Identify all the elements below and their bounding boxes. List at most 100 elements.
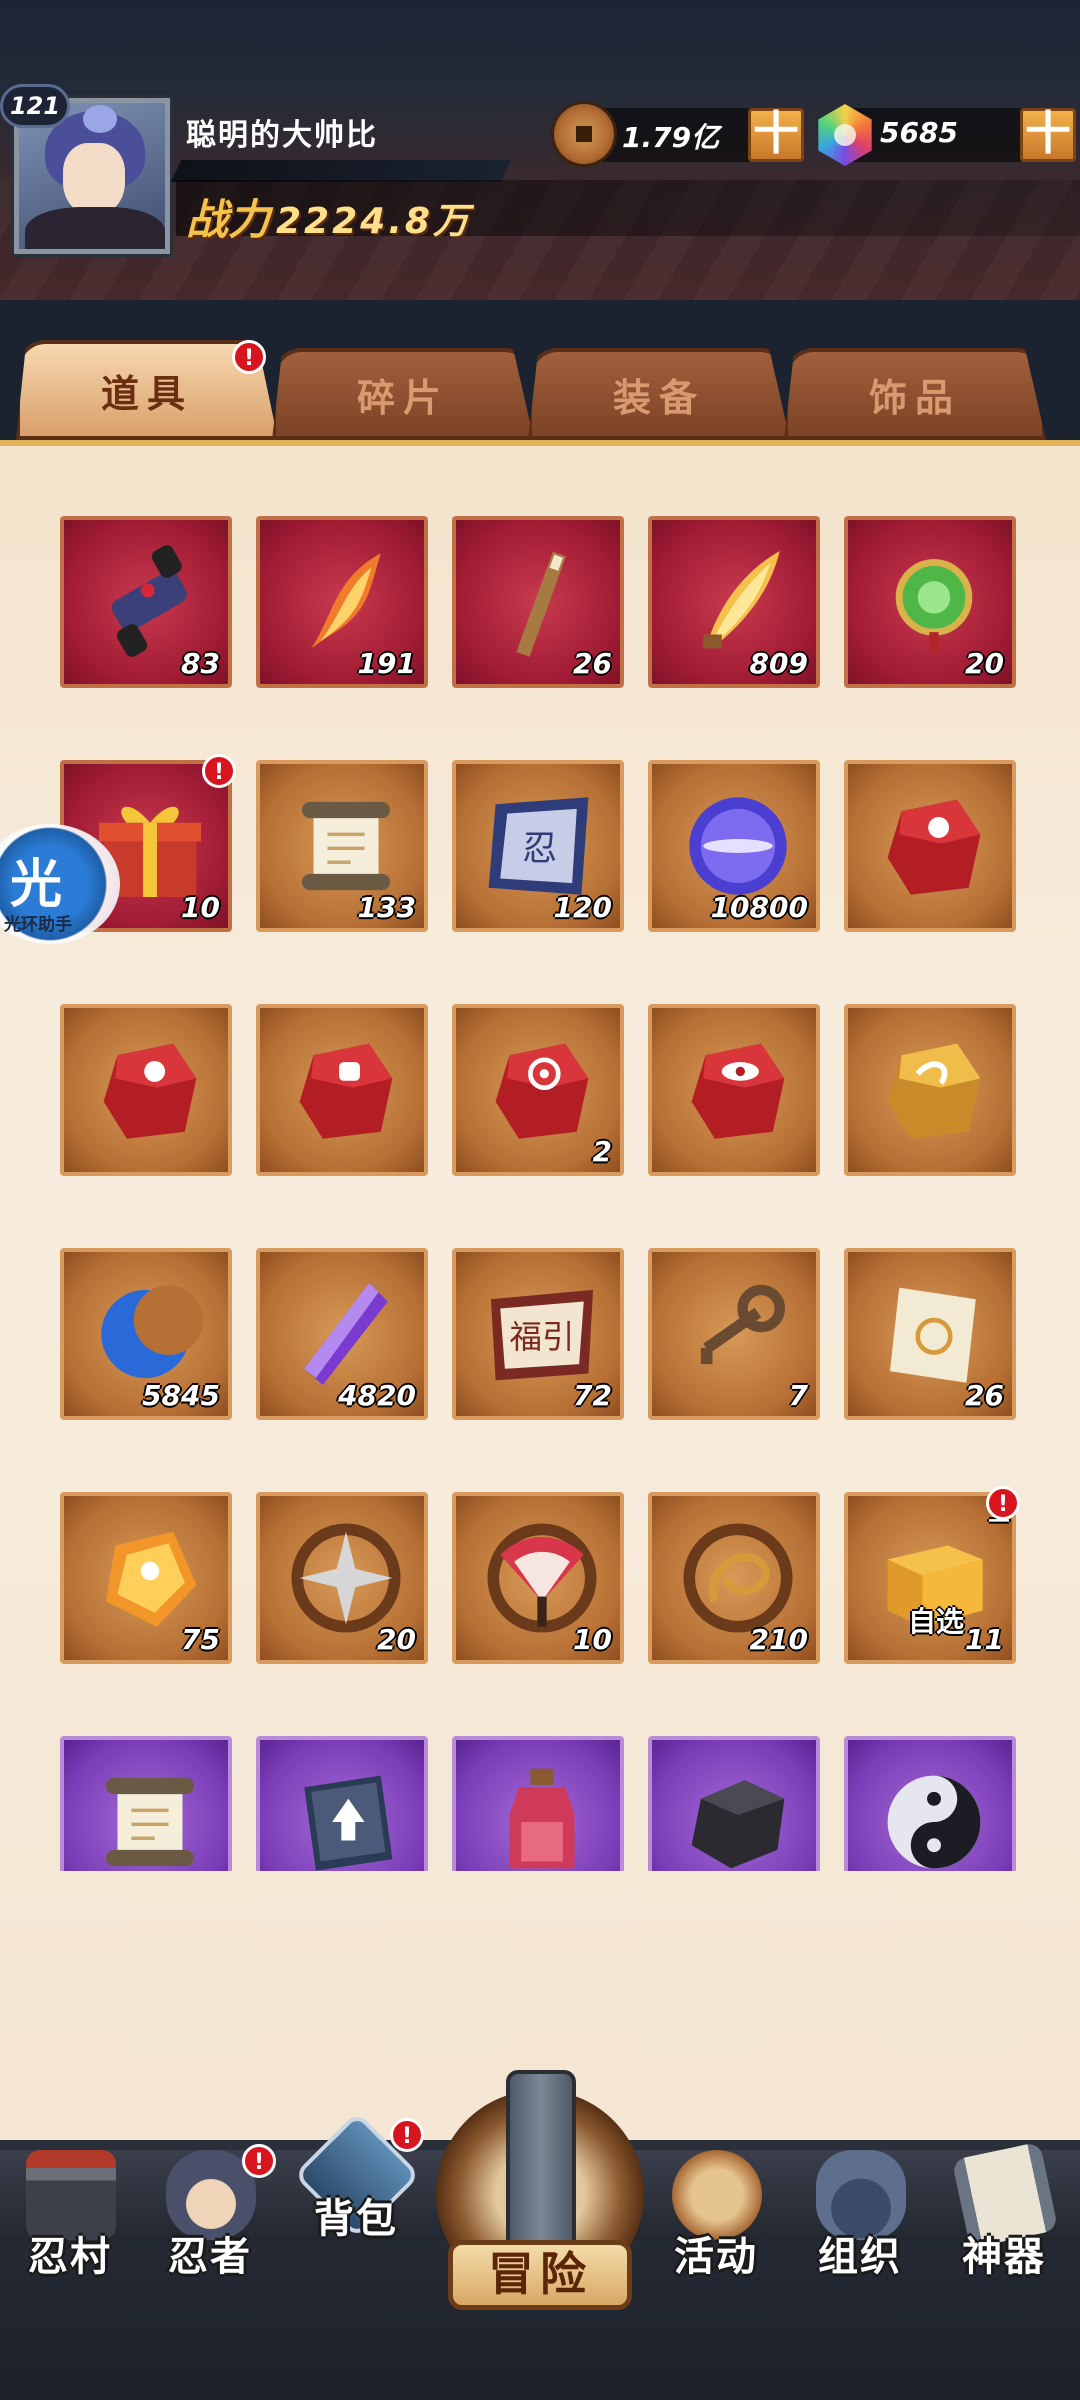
amber-gem-icon bbox=[92, 1520, 208, 1636]
item-quantity: 11 bbox=[965, 1623, 1004, 1656]
item-slot[interactable]: 20 bbox=[844, 516, 1016, 688]
key-icon bbox=[680, 1276, 796, 1392]
item-slot[interactable]: 10800 bbox=[648, 760, 820, 932]
item-slot[interactable]: 191 bbox=[256, 516, 428, 688]
nav-adventure[interactable]: 冒险 bbox=[436, 2070, 644, 2320]
item-slot[interactable] bbox=[648, 1736, 820, 1871]
item-badge: ! bbox=[202, 754, 236, 788]
item-slot[interactable]: 20 bbox=[256, 1492, 428, 1664]
tab-items-badge: ! bbox=[232, 340, 266, 374]
item-slot[interactable] bbox=[844, 1004, 1016, 1176]
scroll-icon bbox=[288, 788, 404, 904]
name-underline bbox=[170, 160, 512, 182]
item-quantity: 10 bbox=[181, 891, 220, 924]
item-badge: ! bbox=[986, 1486, 1020, 1520]
item-slot[interactable]: 福引72福引 bbox=[452, 1248, 624, 1420]
item-slot[interactable]: 210 bbox=[648, 1492, 820, 1664]
item-slot[interactable]: 809 bbox=[648, 516, 820, 688]
inventory-grid: 83 191 26 809 20 10! 133 忍 120 10800 2 5845 4820 福引 72… bbox=[0, 516, 1080, 1871]
purple-orb-icon bbox=[680, 788, 796, 904]
item-slot[interactable]: 26 bbox=[844, 1248, 1016, 1420]
item-slot[interactable] bbox=[648, 1004, 820, 1176]
fan-icon bbox=[484, 1520, 600, 1636]
assistant-label: 光环助手 bbox=[4, 915, 72, 935]
item-slot[interactable] bbox=[844, 1736, 1016, 1871]
assistant-icon: 光 bbox=[10, 855, 63, 915]
item-slot[interactable]: 133 bbox=[256, 760, 428, 932]
flame-feather-icon bbox=[288, 544, 404, 660]
add-coins-button[interactable]: 十 bbox=[748, 108, 804, 162]
item-slot[interactable] bbox=[60, 1736, 232, 1871]
item-slot[interactable]: 5845 bbox=[60, 1248, 232, 1420]
add-gems-button[interactable]: 十 bbox=[1020, 108, 1076, 162]
item-quantity: 10800 bbox=[710, 891, 808, 924]
purple-crystal-icon bbox=[288, 1276, 404, 1392]
item-slot[interactable] bbox=[256, 1004, 428, 1176]
red-stone-icon bbox=[92, 1032, 208, 1148]
nav-artifact-label: 神器 bbox=[962, 2234, 1046, 2280]
nav-organization-label: 组织 bbox=[818, 2234, 902, 2280]
item-slot[interactable] bbox=[256, 1736, 428, 1871]
item-slot[interactable]: 75 bbox=[60, 1492, 232, 1664]
seal-banner-icon: 忍 bbox=[484, 788, 600, 904]
nav-activity-label: 活动 bbox=[674, 2234, 758, 2280]
gold-stone-icon bbox=[876, 1032, 992, 1148]
item-slot[interactable]: 7 bbox=[648, 1248, 820, 1420]
item-quantity: 83 bbox=[181, 647, 220, 680]
item-slot[interactable] bbox=[844, 760, 1016, 932]
tab-equipment[interactable]: 装备 bbox=[528, 348, 790, 440]
tab-fragments[interactable]: 碎片 bbox=[272, 348, 534, 440]
scroll-bundle-icon bbox=[92, 544, 208, 660]
nav-activity[interactable]: 活动 bbox=[646, 2130, 786, 2290]
item-quantity: 133 bbox=[357, 891, 416, 924]
item-slot[interactable]: 83 bbox=[60, 516, 232, 688]
svg-text:忍: 忍 bbox=[522, 829, 557, 869]
item-slot[interactable]: 忍 120 bbox=[452, 760, 624, 932]
item-quantity: 2 bbox=[592, 1135, 612, 1168]
item-quantity: 809 bbox=[749, 647, 808, 680]
item-slot[interactable] bbox=[60, 1004, 232, 1176]
red-stone-icon bbox=[876, 788, 992, 904]
nav-village[interactable]: 忍村 bbox=[0, 2130, 140, 2290]
item-slot[interactable] bbox=[452, 1736, 624, 1871]
item-row: 83 191 26 809 20 bbox=[60, 516, 1016, 688]
nav-adventure-label: 冒险 bbox=[448, 2240, 632, 2310]
nav-backpack[interactable]: 背包 ! bbox=[286, 2110, 426, 2270]
item-quantity: 26 bbox=[573, 647, 612, 680]
item-quantity: 20 bbox=[377, 1623, 416, 1656]
black-ore-icon bbox=[680, 1764, 796, 1871]
svg-text:福引: 福引 bbox=[510, 1318, 575, 1356]
shuriken-icon bbox=[288, 1520, 404, 1636]
blue-moon-icon bbox=[92, 1276, 208, 1392]
tab-accessories[interactable]: 饰品 bbox=[784, 348, 1046, 440]
nav-organization[interactable]: 组织 bbox=[790, 2130, 930, 2290]
red-stone-eye-icon bbox=[680, 1032, 796, 1148]
item-quantity: 75 bbox=[181, 1623, 220, 1656]
power-label: 战力 bbox=[186, 195, 271, 244]
item-quantity: 120 bbox=[553, 891, 612, 924]
bag-tabs: 道具 碎片 装备 饰品 ! bbox=[0, 340, 1080, 440]
rope-icon bbox=[680, 1520, 796, 1636]
inventory-panel: 83 191 26 809 20 10! 133 忍 120 10800 2 5845 4820 福引 72… bbox=[0, 440, 1080, 2146]
item-quantity: 191 bbox=[357, 647, 416, 680]
scroll-icon bbox=[92, 1764, 208, 1871]
gem-amount: 5685 bbox=[880, 116, 958, 149]
item-slot[interactable]: 10 bbox=[452, 1492, 624, 1664]
nav-ninja-badge: ! bbox=[242, 2144, 276, 2178]
item-quantity: 20 bbox=[965, 647, 1004, 680]
nav-ninja-label: 忍者 bbox=[168, 2234, 252, 2280]
item-slot[interactable]: 26 bbox=[452, 516, 624, 688]
item-quantity: 72 bbox=[573, 1379, 612, 1412]
item-row: 58454820福引72福引726 bbox=[60, 1248, 1016, 1420]
nav-village-label: 忍村 bbox=[28, 2234, 112, 2280]
item-slot[interactable]: 11自选三 bbox=[844, 1492, 1016, 1664]
player-level: 121 bbox=[0, 84, 70, 128]
item-quantity: 5845 bbox=[142, 1379, 220, 1412]
nav-ninja[interactable]: 忍者 ! bbox=[140, 2130, 280, 2290]
nav-artifact[interactable]: 神器 bbox=[934, 2130, 1074, 2290]
item-slot[interactable]: 4820 bbox=[256, 1248, 428, 1420]
fortune-ticket-icon: 福引 bbox=[484, 1276, 600, 1392]
item-slot[interactable]: 2 bbox=[452, 1004, 624, 1176]
item-quantity: 26 bbox=[965, 1379, 1004, 1412]
item-quantity: 7 bbox=[788, 1379, 808, 1412]
